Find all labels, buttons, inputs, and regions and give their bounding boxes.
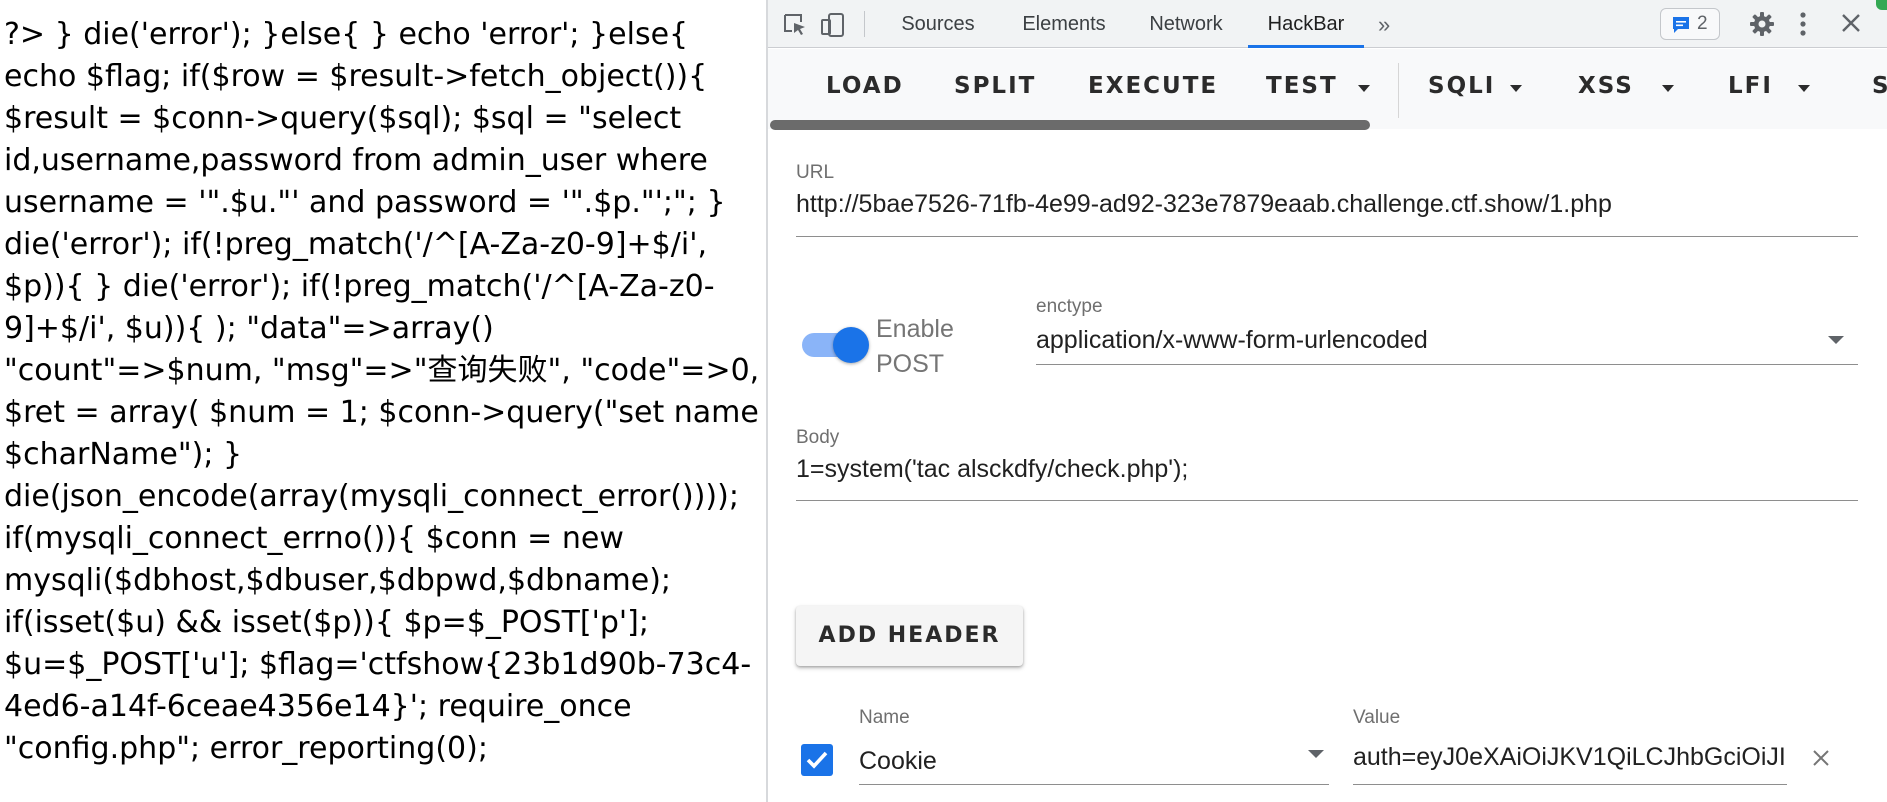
device-toolbar-icon[interactable]: [820, 12, 846, 38]
more-options-icon[interactable]: [1798, 10, 1808, 43]
sqli-chevron-down-icon: [1510, 85, 1522, 92]
execute-button[interactable]: EXECUTE: [1088, 73, 1218, 99]
checkmark-icon: [806, 751, 828, 769]
xss-menu-button[interactable]: XSS: [1578, 73, 1634, 99]
more-tabs-icon[interactable]: »: [1378, 12, 1390, 38]
add-header-button[interactable]: ADD HEADER: [796, 606, 1023, 666]
url-label: URL: [796, 162, 835, 183]
enctype-label: enctype: [1036, 296, 1103, 317]
header-name-select[interactable]: Cookie: [859, 747, 1279, 776]
url-underline: [796, 236, 1858, 237]
devtools-tabbar: Sources Elements Network HackBar » 2: [768, 0, 1887, 48]
header-value-label: Value: [1353, 707, 1401, 728]
enable-post-label: Enable POST: [876, 315, 954, 378]
enctype-chevron-down-icon[interactable]: [1828, 336, 1844, 344]
tab-hackbar[interactable]: HackBar: [1248, 0, 1364, 48]
tabbar-separator: [864, 11, 865, 37]
test-chevron-down-icon: [1358, 85, 1370, 92]
settings-gear-icon[interactable]: [1748, 10, 1776, 43]
issues-count: 2: [1697, 13, 1708, 34]
devtools-panel: Sources Elements Network HackBar » 2 LOA…: [768, 0, 1887, 802]
enable-post-toggle-knob[interactable]: [833, 327, 869, 363]
lfi-chevron-down-icon: [1798, 85, 1810, 92]
tab-network[interactable]: Network: [1132, 0, 1240, 48]
body-underline: [796, 500, 1858, 501]
php-source-text: ?> } die('error'); }else{ } echo 'error'…: [4, 17, 760, 766]
enctype-select[interactable]: application/x-www-form-urlencoded: [1036, 326, 1816, 355]
status-indicator: [1876, 0, 1887, 10]
header-name-underline: [859, 784, 1329, 785]
url-input[interactable]: http://5bae7526-71fb-4e99-ad92-323e7879e…: [796, 190, 1858, 219]
toolbar-scrollbar-thumb[interactable]: [770, 120, 1370, 130]
body-label: Body: [796, 427, 840, 448]
issues-button[interactable]: 2: [1660, 8, 1720, 40]
header-value-underline: [1353, 784, 1787, 785]
tab-elements[interactable]: Elements: [1008, 0, 1120, 48]
close-devtools-icon[interactable]: [1840, 12, 1862, 39]
toolbar-separator: [1398, 63, 1399, 119]
tab-sources[interactable]: Sources: [880, 0, 996, 48]
header-enabled-checkbox[interactable]: [801, 744, 833, 776]
body-input[interactable]: 1=system('tac alsckdfy/check.php');: [796, 455, 1858, 484]
enctype-underline: [1036, 364, 1858, 365]
hackbar-toolbar: LOAD SPLIT EXECUTE TEST SQLI XSS LFI S: [768, 49, 1887, 130]
inspect-element-icon[interactable]: [782, 12, 808, 38]
page-content: ?> } die('error'); }else{ } echo 'error'…: [0, 0, 766, 802]
sqli-menu-button[interactable]: SQLI: [1428, 73, 1495, 99]
split-button[interactable]: SPLIT: [954, 73, 1036, 99]
next-menu-button[interactable]: S: [1872, 73, 1887, 99]
xss-chevron-down-icon: [1662, 85, 1674, 92]
load-button[interactable]: LOAD: [826, 73, 904, 99]
test-menu-button[interactable]: TEST: [1266, 73, 1338, 99]
message-icon: [1673, 17, 1689, 33]
header-value-input[interactable]: auth=eyJ0eXAiOiJKV1QiLCJhbGciOiJIUzI1NiJ…: [1353, 743, 1787, 772]
remove-header-close-icon[interactable]: [1811, 748, 1831, 773]
header-name-chevron-down-icon[interactable]: [1308, 750, 1324, 758]
lfi-menu-button[interactable]: LFI: [1728, 73, 1773, 99]
header-name-label: Name: [859, 707, 910, 728]
